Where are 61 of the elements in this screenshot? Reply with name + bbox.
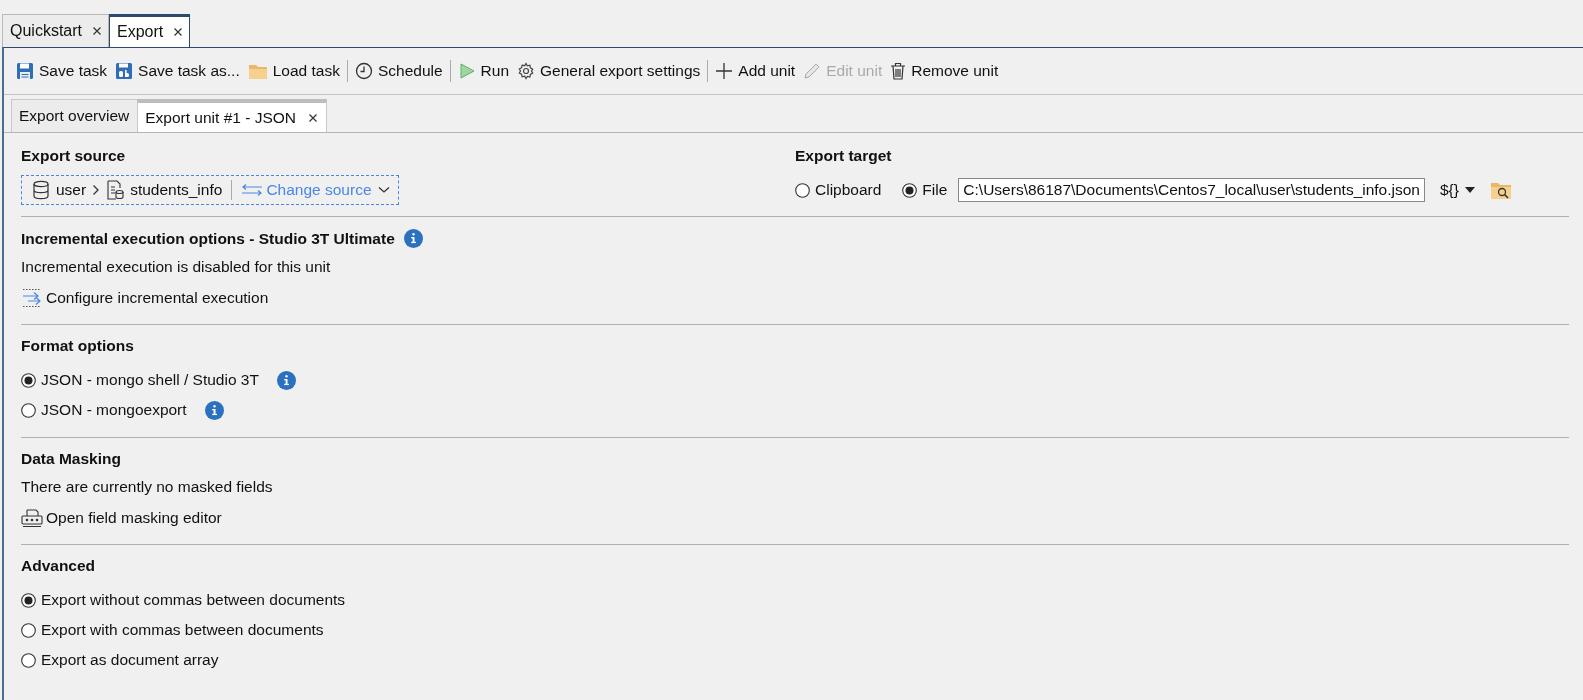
toolbar-button[interactable]: Load task (243, 59, 344, 83)
radio-label[interactable]: JSON - mongo shell / Studio 3T (41, 371, 259, 389)
action-link[interactable]: Configure incremental execution (21, 284, 1569, 312)
swap-arrows-icon (241, 184, 264, 196)
radio-button[interactable] (21, 372, 36, 388)
radio-label[interactable]: Export without commas between documents (41, 591, 346, 609)
toolbar-button[interactable]: Save task (12, 59, 112, 83)
status-text: Incremental execution is disabled for this unit (21, 258, 332, 276)
caret-icon (1464, 187, 1475, 193)
toolbar-button[interactable]: Save task as... (111, 59, 244, 83)
radio-button[interactable] (21, 592, 36, 608)
clock-icon (354, 62, 373, 80)
source-selector[interactable]: user students_info Change source (21, 175, 399, 205)
plus-icon (715, 62, 734, 80)
radio-button[interactable] (902, 182, 918, 198)
file-path-field[interactable]: C:\Users\86187\Documents\Centos7_local\user\students_info.json (958, 178, 1425, 202)
section-title: Advanced (21, 557, 96, 575)
section-title: Export source (21, 147, 127, 165)
collection-icon (106, 180, 125, 200)
toolbar-button[interactable]: General export settings (513, 59, 705, 83)
chevron-right-icon (92, 184, 101, 196)
document-tab[interactable]: Export (109, 14, 191, 47)
radio-button[interactable] (21, 652, 36, 668)
unit-tab[interactable]: Export overview (11, 99, 139, 132)
database-name: user (56, 181, 87, 199)
document-tab[interactable]: Quickstart (2, 14, 109, 47)
toolbar-button[interactable]: Schedule (350, 59, 447, 83)
radio-label[interactable]: Export as document array (41, 651, 219, 669)
save-icon (16, 62, 34, 80)
status-text: There are currently no masked fields (21, 478, 274, 496)
radio-button[interactable] (21, 622, 36, 638)
radio-label[interactable]: JSON - mongoexport (41, 401, 187, 419)
section-title: Data Masking (21, 450, 121, 468)
collection-name: students_info (130, 181, 223, 199)
folder-icon (247, 62, 268, 80)
radio-label[interactable]: Export with commas between documents (41, 621, 324, 639)
folder-search-icon (1489, 180, 1512, 200)
toolbar-button[interactable]: Remove unit (886, 59, 1003, 83)
trash-icon (890, 62, 907, 80)
close-icon (173, 27, 184, 37)
browse-button[interactable] (1489, 180, 1512, 200)
section-title: Format options (21, 337, 134, 355)
radio-label[interactable]: File (922, 181, 948, 199)
section-title: Incremental execution options - Studio 3T Ultimate (21, 229, 395, 248)
save-as-icon (115, 62, 134, 80)
gear-icon (517, 62, 536, 80)
radio-button[interactable] (21, 402, 36, 418)
radio-button[interactable] (795, 182, 810, 198)
toolbar-button[interactable]: Run (453, 59, 514, 83)
play-icon (457, 62, 476, 80)
unit-tab[interactable]: Export unit #1 - JSON (137, 99, 328, 132)
variables-dropdown[interactable]: ${} (1440, 181, 1475, 199)
info-icon (403, 229, 423, 248)
pencil-icon (803, 62, 822, 80)
toolbar-button[interactable]: Add unit (711, 59, 800, 83)
close-icon (92, 26, 102, 36)
database-icon (32, 180, 50, 200)
section-title: Export target (795, 147, 893, 165)
action-link[interactable]: Open field masking editor (21, 504, 1569, 532)
radio-label[interactable]: Clipboard (815, 181, 882, 199)
caret-icon (377, 186, 390, 194)
